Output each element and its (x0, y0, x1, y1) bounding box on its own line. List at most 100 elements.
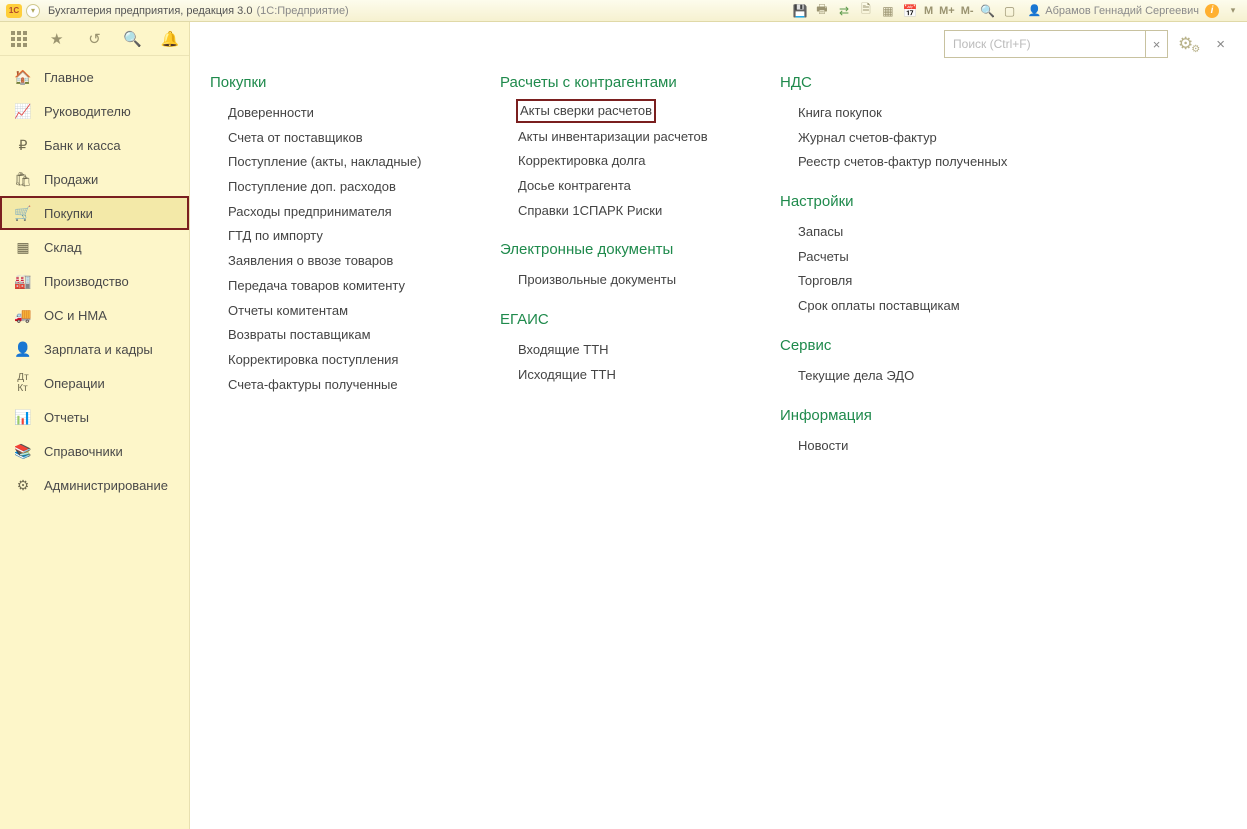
chevron-down-icon[interactable]: ▾ (1225, 3, 1241, 19)
section-edocs: Электронные документы Произвольные докум… (500, 241, 740, 293)
document-icon[interactable]: 🗎 (858, 3, 874, 19)
section-list: Книга покупок Журнал счетов-фактур Реест… (780, 101, 1040, 175)
list-item[interactable]: Журнал счетов-фактур (798, 126, 1040, 151)
list-item[interactable]: Запасы (798, 220, 1040, 245)
operations-icon: ДтКт (14, 374, 32, 392)
list-item[interactable]: Поступление доп. расходов (228, 175, 460, 200)
bell-icon[interactable]: 🔔 (160, 29, 180, 49)
list-item[interactable]: Книга покупок (798, 101, 1040, 126)
cart-icon: 🛒 (14, 204, 32, 222)
list-item[interactable]: Досье контрагента (518, 174, 740, 199)
close-panel-button[interactable]: × (1212, 36, 1229, 53)
section-service: Сервис Текущие дела ЭДО (780, 337, 1040, 389)
settings-gear-icon[interactable]: ⚙⚙ (1178, 34, 1202, 54)
list-item[interactable]: Текущие дела ЭДО (798, 364, 1040, 389)
list-item[interactable]: Корректировка долга (518, 149, 740, 174)
sidebar-item-label: ОС и НМА (44, 308, 107, 323)
list-item[interactable]: ГТД по импорту (228, 224, 460, 249)
sidebar-item-sales[interactable]: 🛍Продажи (0, 162, 189, 196)
person-icon: 👤 (14, 340, 32, 358)
print-icon[interactable]: 🖶 (814, 3, 830, 19)
list-item[interactable]: Возвраты поставщикам (228, 323, 460, 348)
sidebar-item-purchases[interactable]: 🛒 Покупки (0, 196, 189, 230)
trend-icon: 📈 (14, 102, 32, 120)
user-name: Абрамов Геннадий Сергеевич (1045, 5, 1199, 17)
list-item[interactable]: Передача товаров комитенту (228, 274, 460, 299)
list-item[interactable]: Новости (798, 434, 1040, 459)
windows-icon[interactable]: ▢ (1002, 3, 1018, 19)
sidebar-item-main[interactable]: 🏠Главное (0, 60, 189, 94)
list-item-reconciliation[interactable]: Акты сверки расчетов (518, 101, 654, 121)
list-item[interactable]: Заявления о ввозе товаров (228, 249, 460, 274)
sidebar-item-reports[interactable]: 📊Отчеты (0, 400, 189, 434)
sidebar-item-catalogs[interactable]: 📚Справочники (0, 434, 189, 468)
section-purchases: Покупки Доверенности Счета от поставщико… (210, 74, 460, 397)
sidebar-top-icons: ★ ↺ 🔍 🔔 (0, 22, 189, 56)
compare-icon[interactable]: ⇄ (836, 3, 852, 19)
list-item[interactable]: Расчеты (798, 245, 1040, 270)
list-item[interactable]: Исходящие ТТН (518, 363, 740, 388)
sidebar-item-hr[interactable]: 👤Зарплата и кадры (0, 332, 189, 366)
column-purchases: Покупки Доверенности Счета от поставщико… (210, 74, 460, 829)
sidebar-item-operations[interactable]: ДтКтОперации (0, 366, 189, 400)
app-body: ★ ↺ 🔍 🔔 🏠Главное 📈 Руководителю ₽Банк и к… (0, 22, 1247, 829)
m-plus-button[interactable]: M+ (939, 5, 955, 17)
m-button[interactable]: M (924, 5, 933, 17)
sidebar-item-label: Банк и касса (44, 138, 121, 153)
section-title: НДС (780, 74, 1040, 91)
section-list: Доверенности Счета от поставщиков Поступ… (210, 101, 460, 397)
search-input[interactable] (945, 31, 1145, 57)
home-icon: 🏠 (14, 68, 32, 86)
star-icon[interactable]: ★ (47, 29, 67, 49)
logo-group: 1C ▾ (6, 4, 40, 18)
list-item[interactable]: Входящие ТТН (518, 338, 740, 363)
sidebar-item-label: Руководителю (44, 104, 131, 119)
list-item[interactable]: Корректировка поступления (228, 348, 460, 373)
section-title: Электронные документы (500, 241, 740, 258)
titlebar-tools: 💾 🖶 ⇄ 🗎 ▦ 📅 M M+ M- 🔍 ▢ 👤 Абрамов Геннад… (792, 3, 1241, 19)
list-item[interactable]: Доверенности (228, 101, 460, 126)
sidebar-item-warehouse[interactable]: ▦Склад (0, 230, 189, 264)
list-item[interactable]: Поступление (акты, накладные) (228, 150, 460, 175)
m-minus-button[interactable]: M- (961, 5, 974, 17)
list-item[interactable]: Расходы предпринимателя (228, 200, 460, 225)
list-item[interactable]: Торговля (798, 269, 1040, 294)
gear-icon: ⚙ (14, 476, 32, 494)
search-box: × (944, 30, 1168, 58)
list-item[interactable]: Срок оплаты поставщикам (798, 294, 1040, 319)
sidebar-item-label: Производство (44, 274, 129, 289)
sidebar-item-manager[interactable]: 📈 Руководителю (0, 94, 189, 128)
sidebar-item-bank[interactable]: ₽Банк и касса (0, 128, 189, 162)
save-icon[interactable]: 💾 (792, 3, 808, 19)
user-block[interactable]: 👤 Абрамов Геннадий Сергеевич (1028, 4, 1199, 17)
list-item[interactable]: Акты инвентаризации расчетов (518, 125, 740, 150)
section-list: Текущие дела ЭДО (780, 364, 1040, 389)
list-item[interactable]: Справки 1СПАРК Риски (518, 199, 740, 224)
sidebar-item-admin[interactable]: ⚙ Администрирование (0, 468, 189, 502)
list-item[interactable]: Реестр счетов-фактур полученных (798, 150, 1040, 175)
dropdown-circle-icon[interactable]: ▾ (26, 4, 40, 18)
list-item[interactable]: Счета от поставщиков (228, 126, 460, 151)
section-info: Информация Новости (780, 407, 1040, 459)
zoom-icon[interactable]: 🔍 (980, 3, 996, 19)
section-settings: Настройки Запасы Расчеты Торговля Срок о… (780, 193, 1040, 319)
history-icon[interactable]: ↺ (84, 29, 104, 49)
list-item[interactable]: Произвольные документы (518, 268, 740, 293)
calculator-icon[interactable]: ▦ (880, 3, 896, 19)
user-icon: 👤 (1028, 4, 1042, 17)
boxes-icon: ▦ (14, 238, 32, 256)
list-item[interactable]: Счета-фактуры полученные (228, 373, 460, 398)
section-list: Акты сверки расчетов Акты инвентаризации… (500, 101, 740, 223)
search-icon[interactable]: 🔍 (122, 29, 142, 49)
list-item[interactable]: Отчеты комитентам (228, 299, 460, 324)
sidebar-item-label: Покупки (44, 206, 93, 221)
sidebar-item-assets[interactable]: 🚚ОС и НМА (0, 298, 189, 332)
platform-label: (1С:Предприятие) (256, 5, 348, 17)
apps-grid-icon[interactable] (9, 29, 29, 49)
calendar-icon[interactable]: 📅 (902, 3, 918, 19)
column-right: НДС Книга покупок Журнал счетов-фактур Р… (780, 74, 1040, 829)
search-clear-button[interactable]: × (1145, 31, 1167, 57)
sidebar-item-production[interactable]: 🏭Производство (0, 264, 189, 298)
sidebar-item-label: Администрирование (44, 478, 168, 493)
info-icon[interactable]: i (1205, 4, 1219, 18)
